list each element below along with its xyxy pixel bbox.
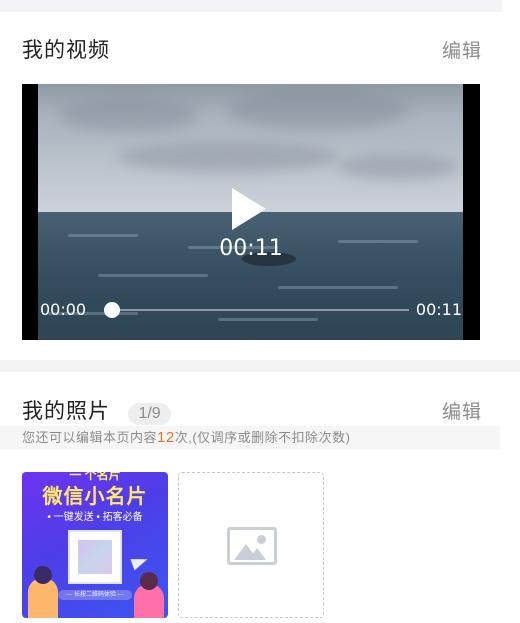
video-section-title: 我的视频	[22, 39, 110, 62]
current-time: 00:00	[40, 300, 87, 319]
progress-track[interactable]	[108, 309, 409, 311]
video-section-header: 我的视频 编辑	[22, 34, 482, 64]
video-player[interactable]: 00:11 00:00 00:11	[22, 84, 480, 340]
person-illustration-left	[28, 566, 58, 618]
person-illustration-right	[134, 572, 164, 618]
photo-banner-text: 一 个名片	[69, 472, 121, 482]
photo-edit-button[interactable]: 编辑	[442, 397, 482, 424]
photo-count-badge: 1/9	[128, 402, 171, 425]
photo-subtitle-text: • 一键发送 • 拓客必备	[47, 512, 143, 523]
add-photo-button[interactable]	[178, 472, 324, 618]
photo-caption-text: — 长按二维码体验 —	[58, 590, 132, 600]
play-icon[interactable]	[232, 188, 266, 230]
notice-remaining-count: 12	[157, 429, 175, 446]
photo-title-text: 微信小名片	[42, 486, 148, 508]
total-time: 00:11	[415, 300, 462, 319]
section-divider	[0, 360, 520, 372]
photo-section-header: 我的照片 1/9 编辑	[22, 395, 482, 425]
image-placeholder-icon	[227, 527, 277, 565]
top-divider	[0, 0, 520, 12]
video-edit-button[interactable]: 编辑	[442, 36, 482, 63]
notice-text-before: 您还可以编辑本页内容	[22, 430, 158, 445]
paper-plane-icon	[130, 553, 150, 571]
video-duration-overlay: 00:11	[219, 236, 283, 261]
progress-knob[interactable]	[104, 302, 120, 318]
photo-section-title: 我的照片	[22, 400, 110, 423]
notice-text-after: 次,(仅调序或删除不扣除次数)	[174, 430, 351, 445]
qr-code-image	[68, 530, 122, 584]
edit-limit-notice: 您还可以编辑本页内容12次,(仅调序或删除不扣除次数)	[0, 426, 500, 450]
photo-thumbnail[interactable]: 一 个名片 微信小名片 • 一键发送 • 拓客必备 — 长按二维码体验 —	[22, 472, 168, 618]
